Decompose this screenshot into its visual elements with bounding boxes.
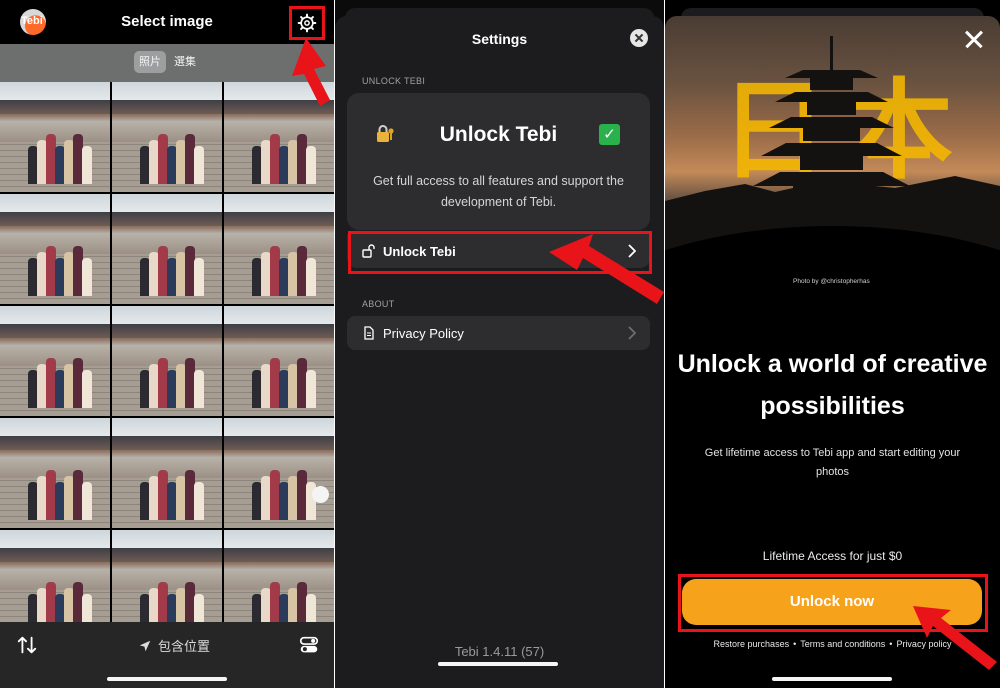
photo-credit: Photo by @christopherhas	[793, 278, 870, 285]
separator: •	[793, 639, 797, 649]
privacy-policy-row[interactable]: Privacy Policy	[347, 316, 650, 350]
gear-icon	[297, 13, 317, 33]
home-indicator	[438, 662, 558, 666]
terms-link[interactable]: Terms and conditions	[800, 639, 885, 649]
photo-thumbnail[interactable]	[224, 418, 334, 528]
photo-thumbnail[interactable]	[224, 82, 334, 192]
sort-icon[interactable]	[16, 634, 38, 656]
separator: •	[889, 639, 893, 649]
home-indicator	[772, 677, 892, 681]
unlock-card: Unlock Tebi ✓ Get full access to all fea…	[347, 93, 650, 230]
red-highlight-annotation	[678, 574, 988, 632]
photo-thumbnail[interactable]	[112, 82, 222, 192]
segment-photos[interactable]: 照片	[134, 51, 166, 73]
price-text: Lifetime Access for just $0	[762, 549, 903, 563]
photo-picker-screen: Tebi Select image 照片 選集 包含位置	[0, 0, 334, 688]
red-highlight-annotation	[348, 231, 652, 274]
home-indicator	[107, 677, 227, 681]
privacy-policy-label: Privacy Policy	[383, 326, 464, 341]
page-title: Select image	[121, 13, 213, 30]
photo-thumbnail[interactable]	[112, 306, 222, 416]
paywall-screen: 日 本 Photo by @christopherhas Unlock a wo…	[665, 0, 1000, 688]
segmented-control: 照片 選集	[0, 44, 334, 82]
photo-thumbnail[interactable]	[0, 306, 110, 416]
photo-thumbnail[interactable]	[0, 194, 110, 304]
selection-circle[interactable]	[312, 486, 329, 503]
photo-thumbnail[interactable]	[224, 194, 334, 304]
subheadline: Get lifetime access to Tebi app and star…	[704, 447, 961, 478]
headline: Unlock a world of creative possibilities	[677, 350, 988, 420]
photo-grid	[0, 82, 334, 640]
location-arrow-icon	[139, 640, 151, 651]
section-header-unlock: UNLOCK TEBI	[362, 76, 426, 86]
include-location-button[interactable]: 包含位置	[138, 636, 210, 655]
photo-thumbnail[interactable]	[0, 418, 110, 528]
photo-thumbnail[interactable]	[112, 194, 222, 304]
sheet-title: Settings	[471, 31, 528, 47]
check-mark-icon: ✓	[599, 124, 620, 145]
restore-purchases-link[interactable]: Restore purchases	[714, 639, 790, 649]
segment-albums[interactable]: 選集	[168, 51, 202, 73]
close-icon[interactable]	[965, 30, 983, 48]
unlock-card-description: Get full access to all features and supp…	[373, 174, 624, 209]
close-button[interactable]	[630, 29, 648, 47]
footer-links: Restore purchases • Terms and conditions • P…	[665, 639, 1000, 649]
photo-thumbnail[interactable]	[112, 418, 222, 528]
top-bar: Tebi Select image	[0, 0, 334, 44]
photo-thumbnail[interactable]	[224, 306, 334, 416]
toggles-icon[interactable]	[298, 634, 320, 656]
chevron-right-icon	[628, 326, 636, 340]
section-header-about: ABOUT	[362, 299, 395, 309]
include-location-label: 包含位置	[158, 639, 211, 654]
hero-photo: 日 本	[665, 16, 1000, 284]
privacy-policy-link[interactable]: Privacy policy	[896, 639, 951, 649]
document-icon	[364, 326, 374, 340]
settings-screen: Settings UNLOCK TEBI Unlock Tebi ✓ Get f…	[335, 0, 664, 688]
settings-sheet: Settings UNLOCK TEBI Unlock Tebi ✓ Get f…	[335, 16, 664, 688]
app-version: Tebi 1.4.11 (57)	[454, 644, 545, 659]
settings-button[interactable]	[289, 6, 325, 40]
photo-thumbnail[interactable]	[0, 82, 110, 192]
bottom-toolbar: 包含位置	[0, 622, 334, 688]
